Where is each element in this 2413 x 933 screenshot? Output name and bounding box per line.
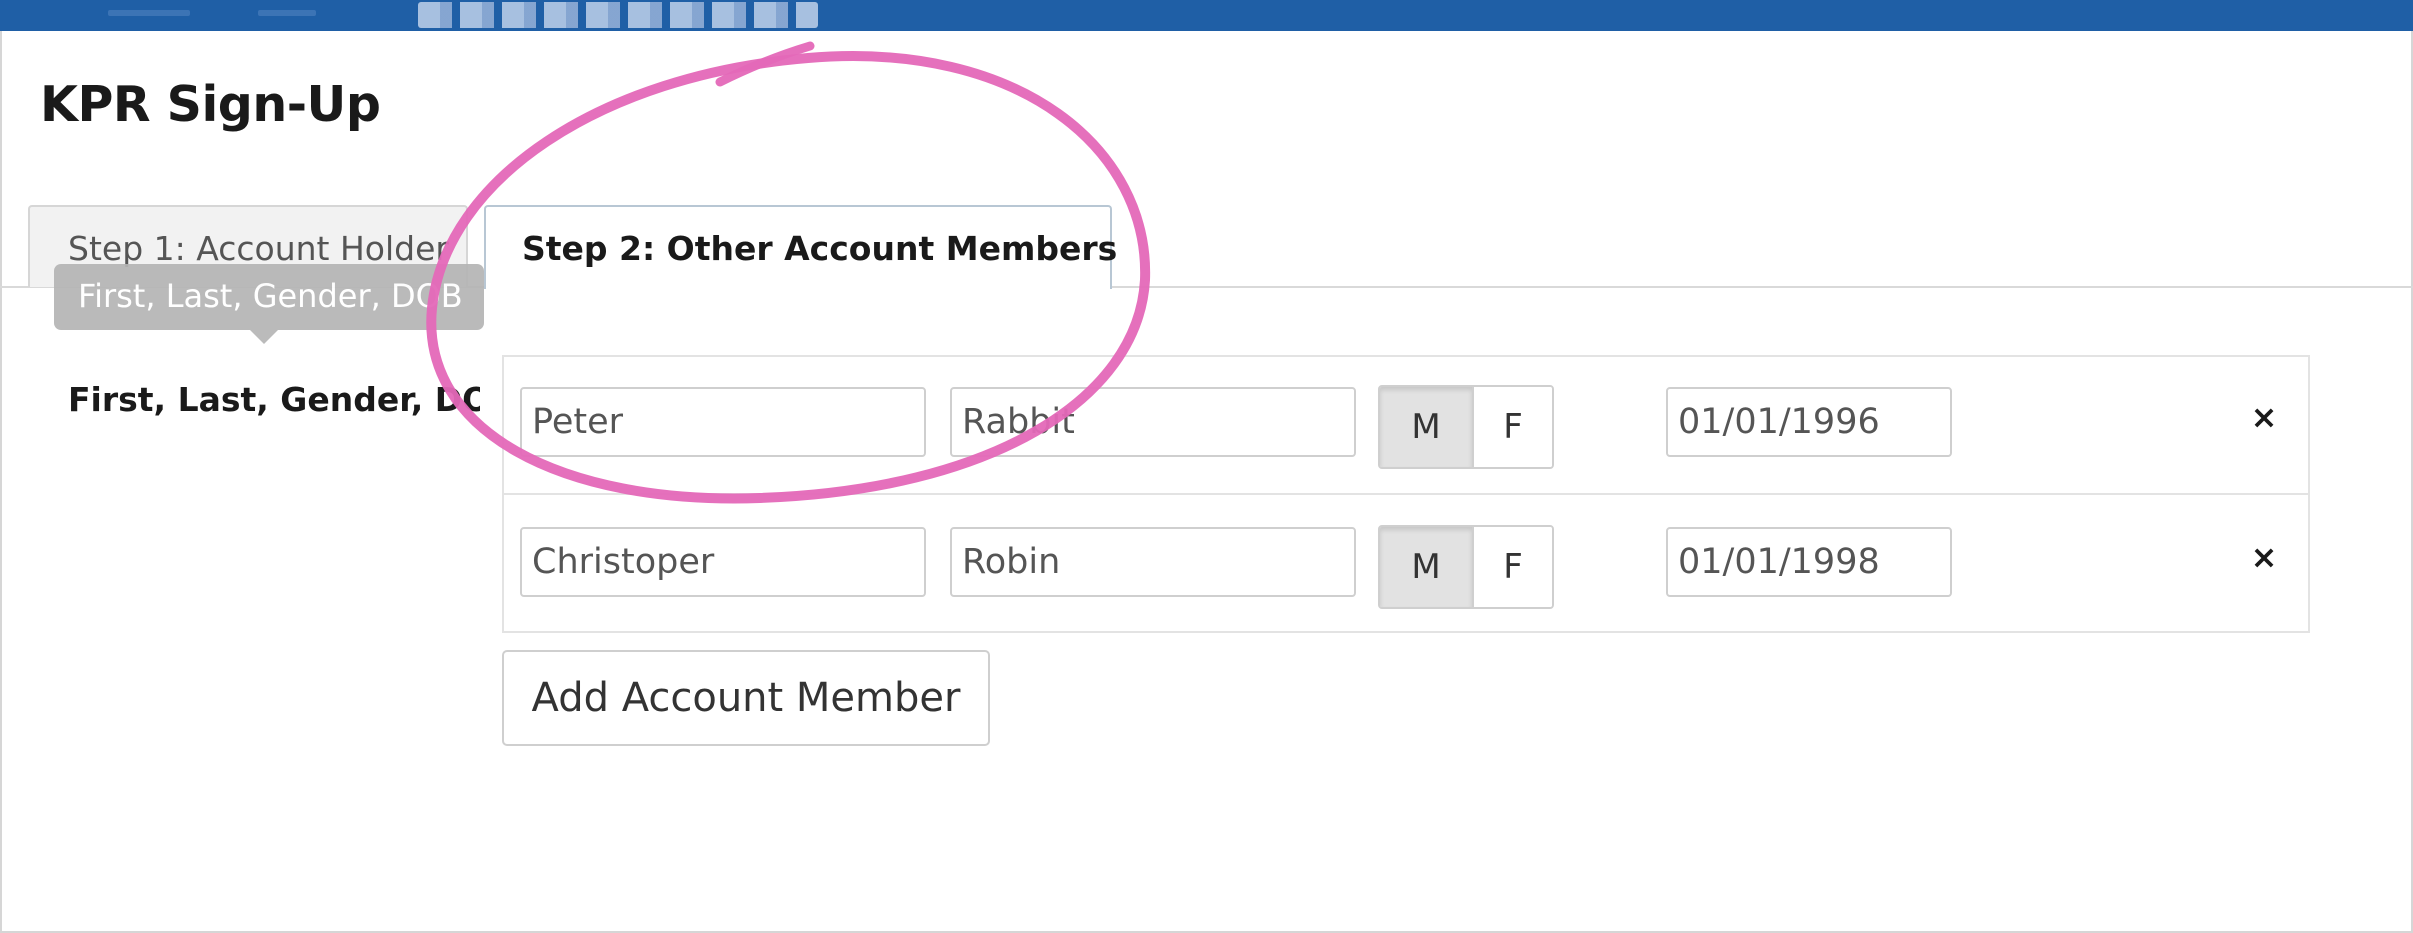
- topbar-nav-link[interactable]: [258, 10, 316, 16]
- gender-toggle: M F: [1378, 525, 1554, 609]
- topbar-nav-link[interactable]: [108, 10, 190, 16]
- remove-member-icon[interactable]: ×: [2242, 395, 2286, 439]
- first-name-input[interactable]: [520, 527, 926, 597]
- tab-other-account-members[interactable]: Step 2: Other Account Members: [484, 205, 1117, 289]
- top-navigation-bar: [0, 0, 2413, 31]
- tooltip-arrow: [250, 330, 278, 344]
- first-name-input[interactable]: [520, 387, 926, 457]
- tooltip-text: First, Last, Gender, DOB: [78, 277, 463, 315]
- tab-label: Step 1: Account Holder: [68, 229, 449, 268]
- dob-input[interactable]: [1666, 527, 1952, 597]
- gender-f-button[interactable]: F: [1474, 527, 1552, 607]
- dob-input[interactable]: [1666, 387, 1952, 457]
- member-row: M F ×: [502, 355, 2310, 493]
- member-row: M F ×: [502, 493, 2310, 631]
- gender-m-button[interactable]: M: [1380, 527, 1474, 607]
- gender-toggle: M F: [1378, 385, 1554, 469]
- tab-label: Step 2: Other Account Members: [522, 229, 1118, 268]
- tooltip: First, Last, Gender, DOB: [54, 264, 484, 330]
- fields-label: First, Last, Gender, DOB: [68, 380, 480, 419]
- page-title: KPR Sign-Up: [40, 76, 381, 133]
- remove-member-icon[interactable]: ×: [2242, 535, 2286, 579]
- last-name-input[interactable]: [950, 527, 1356, 597]
- site-logo[interactable]: [418, 2, 818, 28]
- gender-f-button[interactable]: F: [1474, 387, 1552, 467]
- gender-m-button[interactable]: M: [1380, 387, 1474, 467]
- add-account-member-button[interactable]: Add Account Member: [502, 650, 990, 746]
- last-name-input[interactable]: [950, 387, 1356, 457]
